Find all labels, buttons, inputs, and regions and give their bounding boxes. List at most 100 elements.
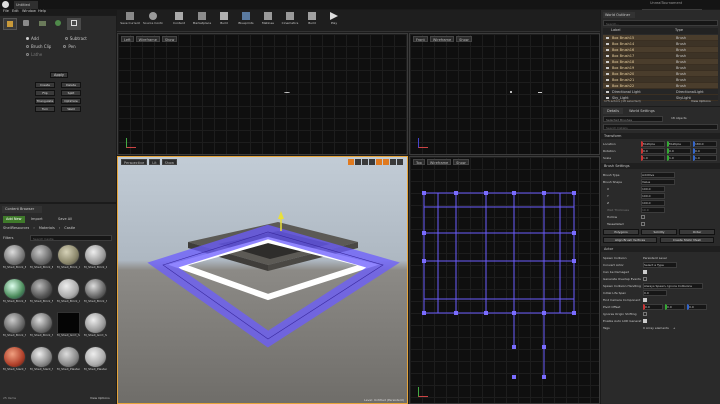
can-be-damaged-checkbox[interactable] (643, 269, 647, 274)
view-mode-dropdown[interactable]: Wireframe (135, 36, 160, 42)
content-browser-tab[interactable]: Content Browser (2, 206, 42, 213)
asset-tile[interactable]: M_Shell_Grnt_Slab_02 (84, 312, 107, 342)
turn-button[interactable]: Turn (35, 106, 55, 112)
brush-option-subtract[interactable]: Subtract (70, 36, 87, 41)
location-x-field[interactable]: Multiple (641, 141, 665, 147)
asset-tile[interactable]: M_Shell_Brick_G (57, 278, 80, 308)
asset-tile[interactable]: M_Shell_Brick_Stone (30, 312, 53, 342)
visibility-eye-icon[interactable] (606, 42, 609, 45)
brush-option-clip[interactable]: Brush Clip Pen (26, 42, 114, 50)
add-new-button[interactable]: Add New (3, 216, 25, 223)
level-tab[interactable]: Untitled (14, 1, 38, 9)
brush-option-add[interactable]: Add Subtract (26, 34, 114, 42)
order-button[interactable]: Order (679, 229, 715, 235)
brush-settings-section-header[interactable]: Brush Settings (601, 163, 720, 169)
save-all-button[interactable]: Save All (58, 216, 72, 223)
import-button[interactable]: Import (31, 216, 43, 223)
menu-file[interactable]: File (3, 9, 9, 13)
visibility-eye-icon[interactable] (606, 84, 609, 87)
breadcrumb-shellresources[interactable]: ShellResources (3, 226, 29, 233)
create-button[interactable]: Create (35, 82, 55, 88)
align-brush-vertices-button[interactable]: Align Brush Vertices (603, 237, 657, 243)
visibility-eye-icon[interactable] (606, 60, 609, 63)
asset-tile[interactable]: M_Shell_Plaster_Small (84, 346, 107, 376)
rotation-z-field[interactable]: 0.0 (693, 148, 717, 154)
asset-tile[interactable]: M_Shell_Plaster (57, 346, 80, 376)
toolbar-marketplace-button[interactable]: Marketplace (191, 11, 213, 31)
delete-button[interactable]: Delete (61, 82, 81, 88)
scale-x-field[interactable]: 1.0 (641, 155, 665, 161)
create-static-mesh-button[interactable]: Create Static Mesh (660, 237, 714, 243)
asset-tile[interactable]: M_Shell_Brick_B (30, 244, 53, 274)
visibility-eye-icon[interactable] (606, 72, 609, 75)
menu-edit[interactable]: Edit (12, 9, 19, 13)
toolbar-source-control-button[interactable]: Source Control (143, 11, 163, 31)
hollow-checkbox[interactable] (641, 214, 645, 219)
actor-section-header[interactable]: Actor (601, 246, 720, 252)
visibility-eye-icon[interactable] (606, 66, 609, 69)
details-search-input[interactable]: Search Details (603, 124, 718, 130)
mode-tab-foliage[interactable] (51, 18, 65, 30)
rotation-y-field[interactable]: 0.0 (667, 148, 691, 154)
world-outliner-tab[interactable]: World Outliner (603, 12, 635, 18)
scale-z-field[interactable]: 1.0 (693, 155, 717, 161)
weld-button[interactable]: Weld (61, 106, 81, 112)
filters-button[interactable]: Filters (3, 236, 14, 240)
tab-details[interactable]: Details (603, 108, 624, 114)
view-mode-dropdown[interactable]: Wireframe (429, 36, 455, 42)
location-z-field[interactable]: 180.0 (693, 141, 717, 147)
generate-overlap-checkbox[interactable] (643, 276, 647, 281)
menu-window[interactable]: Window (22, 9, 36, 13)
tessellated-checkbox[interactable] (641, 221, 645, 226)
split-button[interactable]: Split (61, 90, 81, 96)
toolbar-play-button[interactable]: Play (324, 11, 344, 31)
visibility-eye-icon[interactable] (606, 48, 609, 51)
brush-y-field[interactable]: 100.0 (641, 192, 665, 199)
scale-y-field[interactable]: 1.0 (667, 155, 691, 161)
viewport-type-dropdown[interactable]: Front (413, 36, 428, 42)
outliner-search-input[interactable]: Search... (603, 20, 718, 26)
viewport-perspective[interactable]: Perspective Lit Show Level: Untitled (Pe… (117, 156, 408, 404)
transform-section-header[interactable]: Transform (601, 133, 720, 139)
brush-option-pen[interactable]: Pen (68, 44, 75, 49)
spawn-collision-handling-dropdown[interactable]: Always Spawn, Ignore Collisions (643, 282, 703, 289)
mode-tab-place[interactable] (3, 18, 17, 30)
polygons-button[interactable]: Polygons (603, 229, 639, 235)
asset-tile[interactable]: M_Shell_Brick_D (84, 244, 107, 274)
viewport-top[interactable]: Top Wireframe Show (409, 156, 600, 404)
toolbar-content-button[interactable]: Content (169, 11, 189, 31)
toolbar-build-button[interactable]: Build (214, 11, 234, 31)
toolbar-matinee-button[interactable]: Matinee (258, 11, 278, 31)
visibility-eye-icon[interactable] (606, 78, 609, 81)
location-y-field[interactable]: Multiple (667, 141, 691, 147)
asset-search-input[interactable]: Search Castle (30, 235, 112, 241)
wall-thickness-field[interactable]: 10.0 (641, 206, 665, 213)
toolbar-blueprints-button[interactable]: Blueprints (236, 11, 256, 31)
add-element-icon[interactable]: + (673, 326, 676, 330)
optimize-button[interactable]: Optimize (61, 98, 81, 104)
asset-tile[interactable]: M_Shell_Brick_F (30, 278, 53, 308)
initial-life-span-field[interactable]: 0.0 (643, 289, 667, 296)
visibility-eye-icon[interactable] (606, 54, 609, 57)
viewport-type-dropdown[interactable]: Left (121, 36, 134, 42)
pivot-offset-z-field[interactable]: 0.0 (687, 303, 707, 310)
apply-button[interactable]: Apply (50, 72, 68, 78)
show-dropdown[interactable]: Show (456, 36, 472, 42)
asset-tile[interactable]: M_Shell_Slant_Stab_01 (3, 346, 26, 376)
visibility-eye-icon[interactable] (606, 90, 609, 93)
toolbar-cinematics-button[interactable]: Cinematics (280, 11, 300, 31)
asset-tile[interactable]: M_Shell_Slant_Slab_01_Sealed (30, 346, 53, 376)
asset-tile[interactable]: M_Shell_Grnt_Slab_01 (57, 312, 80, 342)
viewport-front[interactable]: Front Wireframe Show (409, 33, 600, 155)
outliner-view-options[interactable]: View Options (691, 99, 711, 103)
show-dropdown[interactable]: Show (161, 36, 178, 42)
toolbar-save-button[interactable]: Save Current (120, 11, 140, 31)
brush-option-lathe[interactable]: Lathe (26, 50, 114, 58)
selected-name-field[interactable]: Selected Brushes (603, 116, 663, 122)
brush-shape-dropdown[interactable]: Value (641, 178, 675, 185)
solidity-button[interactable]: Solidity (641, 229, 677, 235)
convert-actor-dropdown[interactable]: Select a Type (643, 261, 677, 268)
toolbar-build-lighting-button[interactable]: Build (302, 11, 322, 31)
rotation-x-field[interactable]: 0.0 (641, 148, 665, 154)
flip-button[interactable]: Flip (35, 90, 55, 96)
